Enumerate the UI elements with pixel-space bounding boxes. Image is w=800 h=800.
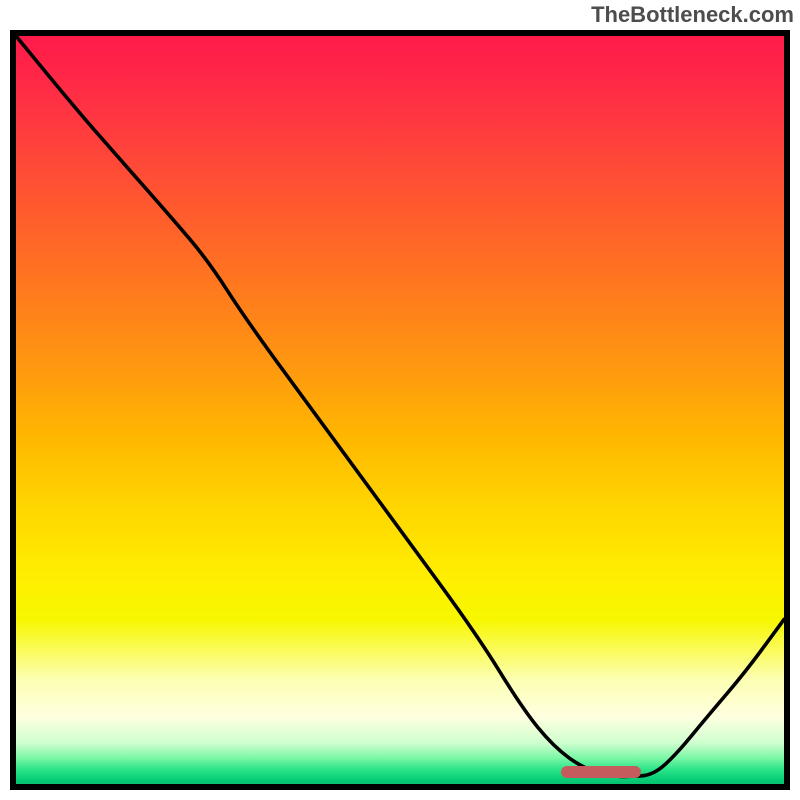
plot-area bbox=[10, 30, 790, 790]
watermark-text: TheBottleneck.com bbox=[591, 2, 794, 28]
curve-path bbox=[16, 36, 784, 777]
bottleneck-curve bbox=[16, 36, 784, 784]
chart-container: TheBottleneck.com bbox=[0, 0, 800, 800]
target-range-marker bbox=[561, 766, 641, 778]
